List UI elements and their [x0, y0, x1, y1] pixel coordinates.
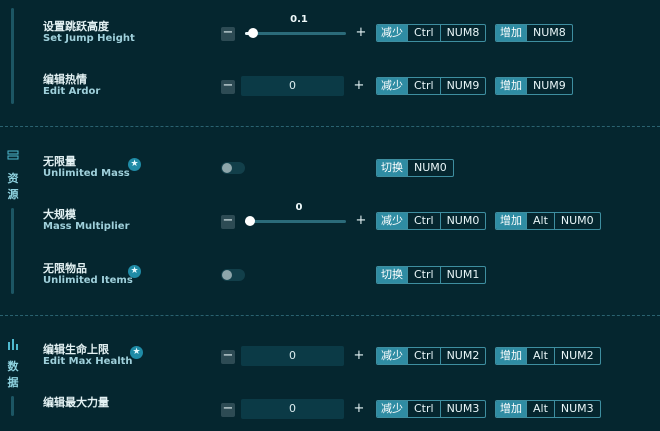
info-star-icon[interactable]: ★	[130, 346, 143, 359]
increase-button[interactable]: +	[354, 26, 368, 40]
section-divider	[0, 315, 660, 316]
increase-button[interactable]: +	[352, 402, 366, 416]
hotkey-action-label: 增加	[496, 213, 526, 229]
section-bar	[11, 208, 14, 294]
hotkey-key: NUM8	[526, 25, 572, 41]
hotkey-group-primary[interactable]: 减少 Ctrl NUM3	[376, 400, 487, 418]
slider-value: 0.1	[290, 14, 308, 25]
hotkey-key: Ctrl	[407, 25, 440, 41]
hotkey-key: NUM0	[407, 160, 453, 176]
info-star-icon[interactable]: ★	[128, 265, 141, 278]
hotkey-action-label: 减少	[377, 401, 407, 417]
hotkey-action-label: 增加	[496, 25, 526, 41]
option-subtitle: Set Jump Height	[43, 33, 135, 44]
slider-handle[interactable]	[248, 28, 259, 38]
hotkey-group-secondary[interactable]: 增加 NUM9	[495, 77, 573, 95]
option-subtitle: Unlimited Mass	[43, 168, 130, 179]
option-title: 设置跳跃高度	[43, 20, 109, 33]
hotkey-group-primary[interactable]: 减少 Ctrl NUM8	[376, 24, 487, 42]
slider-track[interactable]	[245, 220, 346, 223]
hotkey-group-secondary[interactable]: 增加 Alt NUM2	[495, 347, 601, 365]
hotkey-key: Alt	[526, 213, 554, 229]
slider-track[interactable]	[245, 32, 346, 35]
hotkey-action-label: 减少	[377, 78, 407, 94]
toggle-knob	[222, 270, 232, 280]
hotkey-group-secondary[interactable]: 增加 Alt NUM3	[495, 400, 601, 418]
hotkey-key: NUM0	[553, 213, 600, 229]
section-divider	[0, 126, 660, 127]
increase-button[interactable]: +	[352, 79, 366, 93]
increase-button[interactable]: +	[354, 214, 368, 228]
hotkey-group-secondary[interactable]: 增加 Alt NUM0	[495, 212, 601, 230]
hotkey-key: Ctrl	[407, 78, 440, 94]
section-label-resources-1: 资	[7, 172, 19, 185]
toggle-knob	[222, 163, 232, 173]
hotkey-key: NUM8	[439, 25, 486, 41]
option-title: 编辑生命上限	[43, 343, 109, 356]
hotkey-action-label: 减少	[377, 348, 407, 364]
hotkey-group-primary[interactable]: 切换 NUM0	[376, 159, 454, 177]
hotkey-key: NUM3	[553, 401, 600, 417]
hotkey-group-primary[interactable]: 切换 Ctrl NUM1	[376, 266, 487, 284]
option-title: 编辑最大力量	[43, 396, 109, 409]
hotkey-group-secondary[interactable]: 增加 NUM8	[495, 24, 573, 42]
value-input[interactable]: 0	[241, 399, 344, 419]
section-label-data-2: 据	[7, 376, 19, 389]
hotkey-key: NUM1	[439, 267, 486, 283]
hotkey-key: NUM3	[439, 401, 486, 417]
bar-chart-icon	[6, 338, 20, 350]
hotkey-action-label: 减少	[377, 25, 407, 41]
hotkey-key: Ctrl	[407, 213, 440, 229]
info-star-icon[interactable]: ★	[128, 158, 141, 171]
option-title: 无限物品	[43, 262, 87, 275]
hotkey-action-label: 增加	[496, 401, 526, 417]
value-input[interactable]: 0	[241, 346, 344, 366]
hotkey-key: NUM9	[526, 78, 572, 94]
decrease-button[interactable]: −	[221, 349, 235, 364]
option-title: 无限量	[43, 155, 76, 168]
value-input[interactable]: 0	[241, 76, 344, 96]
toggle-switch[interactable]	[221, 162, 245, 174]
hotkey-key: Ctrl	[407, 401, 440, 417]
hotkey-key: NUM2	[439, 348, 486, 364]
section-label-data-1: 数	[7, 360, 19, 373]
hotkey-action-label: 增加	[496, 348, 526, 364]
hotkey-group-primary[interactable]: 减少 Ctrl NUM0	[376, 212, 487, 230]
hotkey-key: Alt	[526, 401, 554, 417]
hotkey-action-label: 减少	[377, 213, 407, 229]
hotkey-action-label: 切换	[377, 267, 407, 283]
hotkey-group-primary[interactable]: 减少 Ctrl NUM2	[376, 347, 487, 365]
option-subtitle: Edit Max Health	[43, 356, 133, 367]
section-label-resources-2: 源	[7, 188, 19, 201]
hotkey-action-label: 增加	[496, 78, 526, 94]
option-subtitle: Unlimited Items	[43, 275, 133, 286]
decrease-button[interactable]: −	[221, 402, 235, 417]
slider-value: 0	[295, 202, 303, 213]
increase-button[interactable]: +	[352, 349, 366, 363]
decrease-button[interactable]: −	[221, 79, 235, 94]
slider-handle[interactable]	[245, 216, 256, 226]
section-bar	[11, 8, 14, 104]
hotkey-group-primary[interactable]: 减少 Ctrl NUM9	[376, 77, 487, 95]
hotkey-action-label: 切换	[377, 160, 407, 176]
option-subtitle: Mass Multiplier	[43, 221, 130, 232]
option-title: 编辑热情	[43, 73, 87, 86]
hotkey-key: NUM2	[553, 348, 600, 364]
option-title: 大规模	[43, 208, 76, 221]
option-subtitle: Edit Ardor	[43, 86, 101, 97]
toggle-switch[interactable]	[221, 269, 245, 281]
hotkey-key: Ctrl	[407, 267, 440, 283]
decrease-button[interactable]: −	[221, 214, 235, 229]
section-bar	[11, 396, 14, 416]
decrease-button[interactable]: −	[221, 26, 235, 41]
hotkey-key: Ctrl	[407, 348, 440, 364]
stack-icon	[6, 150, 20, 162]
hotkey-key: Alt	[526, 348, 554, 364]
hotkey-key: NUM0	[439, 213, 486, 229]
hotkey-key: NUM9	[439, 78, 486, 94]
